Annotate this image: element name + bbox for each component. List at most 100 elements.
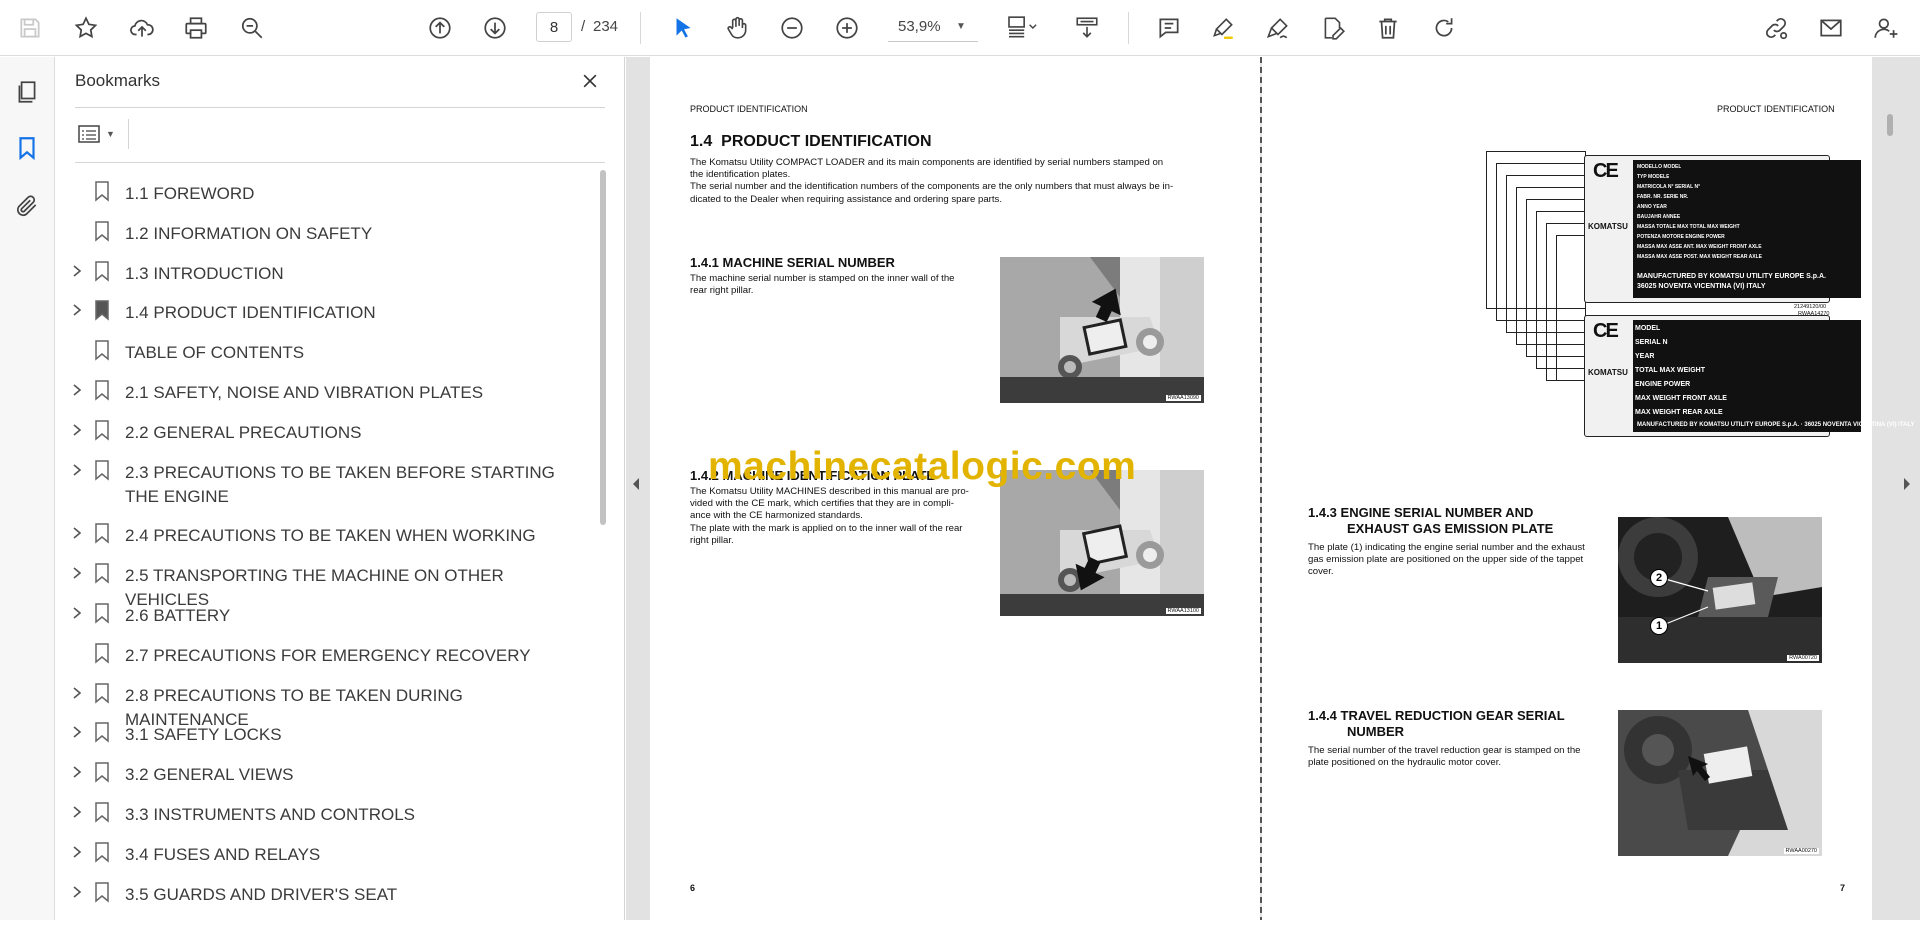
gear-image [1618, 710, 1822, 856]
page-down-icon[interactable] [479, 12, 511, 44]
bookmark-item[interactable]: 2.2 GENERAL PRECAUTIONS [56, 419, 596, 443]
plate-manufacturer: MANUFACTURED BY KOMATSU UTILITY EUROPE S… [1637, 273, 1827, 280]
plate-rows: MODELLO MODEL TYP MODELE MATRICOLA N° SE… [1635, 162, 1859, 262]
komatsu-logo: KOMATSU [1588, 222, 1628, 231]
panel-divider [75, 162, 605, 163]
bookmark-item[interactable]: 1.4 PRODUCT IDENTIFICATION [56, 299, 596, 323]
select-arrow-icon[interactable] [667, 12, 699, 44]
chevron-right-icon[interactable] [70, 765, 84, 779]
intro-paragraph: The Komatsu Utility COMPACT LOADER and i… [690, 157, 1215, 206]
save-icon[interactable] [14, 12, 46, 44]
zoom-in-icon[interactable] [831, 12, 863, 44]
chevron-right-icon[interactable] [70, 805, 84, 819]
reduction-gear-photo: RWAA00270 [1618, 710, 1822, 856]
mail-icon[interactable] [1815, 12, 1847, 44]
hand-icon[interactable] [721, 12, 753, 44]
chevron-right-icon[interactable] [70, 303, 84, 317]
bookmark-item[interactable]: TABLE OF CONTENTS [56, 339, 596, 363]
page-total: 234 [593, 18, 619, 35]
bookmark-label: 1.3 INTRODUCTION [125, 263, 284, 283]
delete-icon[interactable] [1372, 12, 1404, 44]
zoom-out-icon[interactable] [776, 12, 808, 44]
chevron-right-icon[interactable] [70, 383, 84, 397]
collapse-right-icon[interactable] [1902, 477, 1912, 496]
bookmark-label: 1.1 FOREWORD [125, 184, 255, 203]
bookmark-item[interactable]: 3.2 GENERAL VIEWS [56, 761, 596, 785]
chevron-right-icon[interactable] [70, 885, 84, 899]
upload-icon[interactable] [126, 12, 158, 44]
plate-leader-line [1556, 235, 1586, 381]
bookmark-label: 2.2 GENERAL PRECAUTIONS [125, 422, 362, 442]
bookmark-icon [95, 603, 109, 624]
plate-panel: MODEL SERIAL N YEAR TOTAL MAX WEIGHT ENG… [1633, 320, 1915, 432]
bookmark-item[interactable]: 3.5 GUARDS AND DRIVER'S SEAT [56, 881, 596, 905]
chevron-right-icon[interactable] [70, 423, 84, 437]
document-scrollbar[interactable] [1886, 114, 1894, 144]
plate-row: MASSA MAX ASSE POST. MAX WEIGHT REAR AXL… [1637, 252, 1762, 262]
text-line: The serial number of the travel reductio… [1308, 745, 1581, 756]
bookmark-item[interactable]: 1.3 INTRODUCTION [56, 260, 596, 284]
bookmark-item[interactable]: 2.8 PRECAUTIONS TO BE TAKEN DURING MAINT… [56, 682, 596, 729]
toolbar-divider [1128, 12, 1129, 44]
bookmark-item[interactable]: 2.5 TRANSPORTING THE MACHINE ON OTHER VE… [56, 562, 596, 609]
bookmark-item[interactable]: 3.1 SAFETY LOCKS [56, 721, 596, 745]
comment-icon[interactable] [1153, 12, 1185, 44]
fit-page-icon[interactable] [1000, 12, 1044, 44]
text-line: gas emission plate are positioned on the… [1308, 554, 1584, 566]
edit-icon[interactable] [1317, 12, 1349, 44]
zoom-search-icon[interactable] [236, 12, 268, 44]
bookmark-label: 3.3 INSTRUMENTS AND CONTROLS [125, 805, 415, 824]
share-link-icon[interactable] [1760, 12, 1792, 44]
bookmark-item[interactable]: 1.1 FOREWORD [56, 180, 596, 204]
bookmark-icon [95, 260, 109, 282]
bookmark-icon [95, 380, 109, 401]
chevron-right-icon[interactable] [70, 526, 84, 540]
bookmark-item[interactable]: 3.4 FUSES AND RELAYS [56, 841, 596, 865]
plate-row: MASSA TOTALE MAX TOTAL MAX WEIGHT [1637, 222, 1740, 232]
print-icon[interactable] [180, 12, 212, 44]
machine-pillar-image [1000, 257, 1204, 403]
chevron-right-icon[interactable] [70, 566, 84, 580]
subsection-paragraph: The serial number of the travel reductio… [1308, 745, 1608, 769]
bookmark-item[interactable]: 2.1 SAFETY, NOISE AND VIBRATION PLATES [56, 379, 596, 403]
attachment-icon[interactable] [12, 191, 42, 221]
scrollbar-thumb[interactable] [600, 170, 606, 525]
sign-icon[interactable] [1262, 12, 1294, 44]
subsection-paragraph: The plate (1) indicating the engine seri… [1308, 542, 1608, 579]
star-icon[interactable] [70, 12, 102, 44]
identification-plate-detailed: CE KOMATSU MODELLO MODEL TYP MODELE MATR… [1584, 155, 1861, 303]
bookmark-item[interactable]: 3.3 INSTRUMENTS AND CONTROLS [56, 801, 596, 825]
chevron-right-icon[interactable] [70, 686, 84, 700]
page-number-input[interactable] [536, 12, 572, 42]
bookmark-item[interactable]: 2.3 PRECAUTIONS TO BE TAKEN BEFORE START… [56, 459, 596, 507]
user-icon[interactable] [1870, 12, 1902, 44]
page-thumbnails-icon[interactable] [12, 77, 42, 107]
chevron-right-icon[interactable] [70, 463, 84, 477]
pdf-viewer-app: / 234 53,9% ▼ [0, 0, 1920, 927]
bookmarks-scrollbar[interactable] [599, 170, 607, 920]
bookmark-item[interactable]: 2.7 PRECAUTIONS FOR EMERGENCY RECOVERY [56, 642, 596, 666]
bookmark-icon[interactable] [12, 133, 42, 163]
scrollbar-thumb[interactable] [1887, 114, 1893, 136]
bookmark-list: 1.1 FOREWORD 1.2 INFORMATION ON SAFETY 1.3… [56, 170, 596, 920]
bookmark-options-button[interactable]: ▼ [76, 119, 126, 149]
page-up-icon[interactable] [424, 12, 456, 44]
bookmark-item[interactable]: 1.2 INFORMATION ON SAFETY [56, 220, 596, 244]
chevron-right-icon[interactable] [70, 264, 84, 278]
chevron-down-icon: ▼ [956, 21, 966, 32]
zoom-select[interactable]: 53,9% ▼ [888, 12, 978, 42]
highlight-icon[interactable] [1207, 12, 1239, 44]
close-icon[interactable] [576, 67, 604, 95]
chevron-right-icon[interactable] [70, 845, 84, 859]
rotate-icon[interactable] [1428, 12, 1460, 44]
page-number: 6 [690, 883, 696, 893]
collapse-left-icon[interactable] [631, 477, 641, 496]
chevron-right-icon[interactable] [70, 725, 84, 739]
chevron-right-icon[interactable] [70, 606, 84, 620]
bookmark-item[interactable]: 2.6 BATTERY [56, 602, 596, 626]
bookmark-item[interactable]: 2.4 PRECAUTIONS TO BE TAKEN WHEN WORKING [56, 522, 596, 546]
document-view[interactable]: PRODUCT IDENTIFICATION 1.4 PRODUCT IDENT… [626, 57, 1920, 920]
panel-title: Bookmarks [75, 71, 161, 90]
scroll-mode-icon[interactable] [1071, 12, 1103, 44]
bookmark-icon [95, 459, 109, 481]
